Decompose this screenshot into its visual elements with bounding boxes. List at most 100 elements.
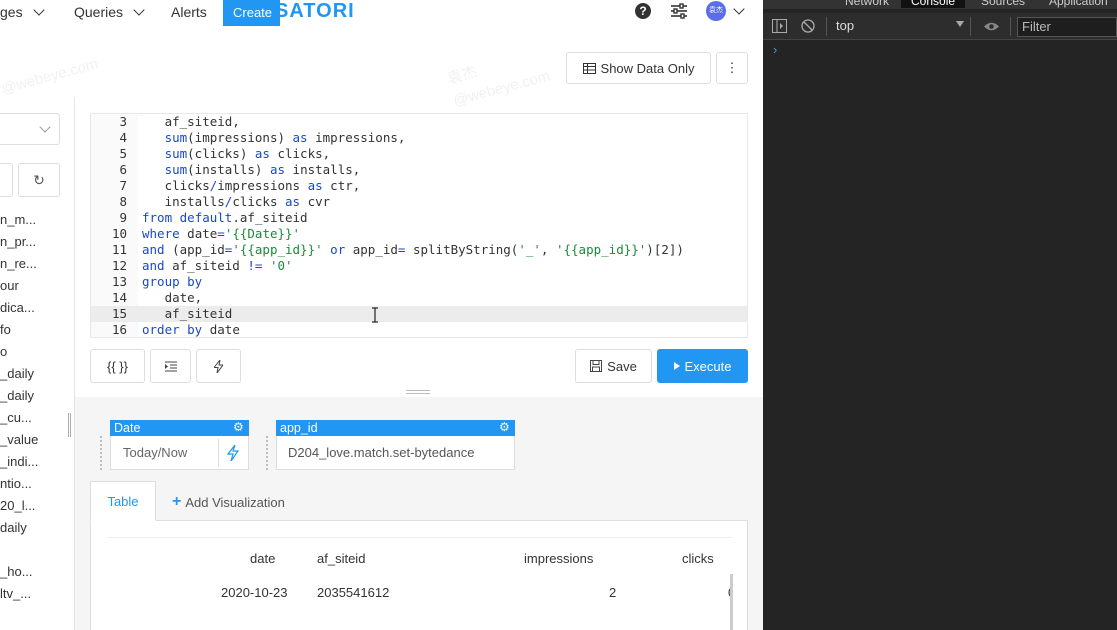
schema-browser: ↻ n_m... n_pr... n_re... our dica... fo o _dail… bbox=[0, 97, 75, 630]
add-parameter-button[interactable]: {{ }} bbox=[90, 349, 145, 383]
schema-table-item[interactable]: _daily bbox=[0, 363, 75, 385]
schema-table-item[interactable]: ltv_... bbox=[0, 583, 75, 605]
devtools-tab-console[interactable]: Console bbox=[901, 0, 966, 8]
schema-table-item[interactable]: _cu... bbox=[0, 407, 75, 429]
chevron-down-icon[interactable] bbox=[733, 3, 745, 15]
line-number: 16 bbox=[111, 322, 127, 337]
code-line[interactable]: 10 where date='{{Date}}' bbox=[91, 226, 747, 242]
settings-sliders-icon[interactable] bbox=[670, 3, 688, 19]
format-query-button[interactable] bbox=[150, 349, 191, 383]
console-filter-input[interactable]: Filter bbox=[1017, 17, 1117, 37]
schema-table-item[interactable]: _ho... bbox=[0, 561, 75, 583]
editor-resize-handle[interactable] bbox=[406, 390, 430, 394]
schema-table-item[interactable]: n_pr... bbox=[0, 231, 75, 253]
devtools-tab-sources[interactable]: Sources bbox=[981, 0, 1025, 8]
code-text: clicks/impressions as ctr, bbox=[142, 178, 361, 194]
lightning-icon[interactable] bbox=[227, 444, 239, 461]
save-icon bbox=[590, 360, 603, 372]
schema-table-item[interactable]: 20_l... bbox=[0, 495, 75, 517]
code-line[interactable]: 14 date, bbox=[91, 290, 747, 306]
satori-logo[interactable]: SATORI bbox=[275, 0, 355, 23]
code-token: != bbox=[247, 258, 263, 273]
sql-editor[interactable]: 3 af_siteid, 4 sum(impressions) as impres… bbox=[90, 113, 748, 338]
column-header-clicks[interactable]: clicks bbox=[682, 551, 714, 566]
sidebar-toggle-icon[interactable] bbox=[772, 19, 787, 33]
avatar[interactable]: 袁杰 bbox=[706, 1, 726, 21]
schema-table-item[interactable]: fo bbox=[0, 319, 75, 341]
column-header-date[interactable]: date bbox=[250, 551, 275, 566]
save-button[interactable]: Save bbox=[575, 349, 652, 383]
schema-table-item[interactable]: _indi... bbox=[0, 451, 75, 473]
clear-console-icon[interactable] bbox=[801, 19, 815, 33]
code-line[interactable]: 4 sum(impressions) as impressions, bbox=[91, 130, 747, 146]
more-options-button[interactable]: ⋮ bbox=[716, 52, 748, 84]
tab-table[interactable]: Table bbox=[90, 481, 156, 521]
sidebar-resize-handle[interactable] bbox=[68, 413, 71, 437]
line-number: 11 bbox=[111, 242, 127, 257]
create-button-label: Create bbox=[233, 5, 273, 20]
code-line[interactable]: 15 af_siteid bbox=[91, 306, 747, 322]
devtools-tab-network[interactable]: Network bbox=[845, 0, 889, 8]
help-icon[interactable]: ? bbox=[635, 3, 651, 19]
code-line[interactable]: 16 order by date bbox=[91, 322, 747, 337]
code-line[interactable]: 6 sum(installs) as installs, bbox=[91, 162, 747, 178]
line-number: 5 bbox=[119, 146, 127, 161]
schema-table-item[interactable]: daily bbox=[0, 517, 75, 539]
date-input[interactable]: Today/Now bbox=[110, 436, 249, 470]
code-line[interactable]: 7 clicks/impressions as ctr, bbox=[91, 178, 747, 194]
nav-alerts[interactable]: Alerts bbox=[171, 4, 207, 20]
nav-queries[interactable]: Queries bbox=[74, 4, 145, 20]
add-visualization-button[interactable]: + Add Visualization bbox=[172, 493, 285, 511]
schema-table-item[interactable]: _daily bbox=[0, 385, 75, 407]
show-data-only-button[interactable]: Show Data Only bbox=[566, 52, 711, 84]
schema-table-item[interactable]: _value bbox=[0, 429, 75, 451]
drag-handle-icon[interactable] bbox=[266, 436, 270, 470]
schema-table-item[interactable]: n_re... bbox=[0, 253, 75, 275]
code-line[interactable]: 11 and (app_id='{{app_id}}' or app_id= sp… bbox=[91, 242, 747, 258]
watermark-name: 袁杰 bbox=[445, 63, 479, 88]
console-prompt[interactable]: › bbox=[773, 42, 777, 57]
cell-date: 2020-10-23 bbox=[221, 585, 288, 600]
schema-search-input[interactable] bbox=[0, 163, 13, 197]
nav-queries-label: Queries bbox=[74, 4, 124, 20]
watermark: 袁杰 bbox=[445, 60, 479, 88]
column-header-impressions[interactable]: impressions bbox=[524, 551, 593, 566]
code-token: (impressions) bbox=[187, 130, 293, 145]
gear-icon[interactable]: ⚙ bbox=[233, 421, 245, 433]
code-token: cvr bbox=[300, 194, 331, 209]
code-token: af_siteid bbox=[164, 258, 248, 273]
schema-table-item[interactable]: ntio... bbox=[0, 473, 75, 495]
gear-icon[interactable]: ⚙ bbox=[499, 421, 511, 433]
nav-dashboards[interactable]: ges bbox=[0, 4, 45, 20]
devtools-tab-application[interactable]: Application bbox=[1049, 0, 1108, 8]
eye-icon[interactable] bbox=[983, 21, 1000, 32]
schema-table-item[interactable]: dica... bbox=[0, 297, 75, 319]
code-token: )[2]) bbox=[646, 242, 684, 257]
table-scrollbar[interactable] bbox=[730, 574, 733, 630]
schema-table-item[interactable]: our bbox=[0, 275, 75, 297]
code-token: default bbox=[179, 210, 233, 225]
column-header-af-siteid[interactable]: af_siteid bbox=[317, 551, 365, 566]
code-line[interactable]: 8 installs/clicks as cvr bbox=[91, 194, 747, 210]
execute-button[interactable]: Execute bbox=[657, 349, 748, 383]
drag-handle-icon[interactable] bbox=[100, 436, 104, 470]
app-id-input[interactable]: D204_love.match.set-bytedance bbox=[276, 436, 515, 470]
data-source-select[interactable] bbox=[0, 113, 60, 145]
schema-table-item[interactable]: o bbox=[0, 341, 75, 363]
code-line[interactable]: 3 af_siteid, bbox=[91, 114, 747, 130]
code-token: af_siteid, bbox=[142, 114, 240, 129]
code-line[interactable]: 12 and af_siteid != '0' bbox=[91, 258, 747, 274]
create-button[interactable]: Create bbox=[223, 0, 280, 26]
code-line[interactable]: 13 group by bbox=[91, 274, 747, 290]
schema-table-item[interactable]: n_m... bbox=[0, 209, 75, 231]
context-selector[interactable]: top bbox=[836, 18, 854, 33]
refresh-schema-button[interactable]: ↻ bbox=[18, 163, 60, 197]
date-value: Today/Now bbox=[123, 445, 188, 460]
schema-table-item[interactable] bbox=[0, 539, 75, 561]
autocomplete-toggle-button[interactable] bbox=[196, 349, 241, 383]
code-line[interactable]: 5 sum(clicks) as clicks, bbox=[91, 146, 747, 162]
code-line[interactable]: 9 from default.af_siteid bbox=[91, 210, 747, 226]
